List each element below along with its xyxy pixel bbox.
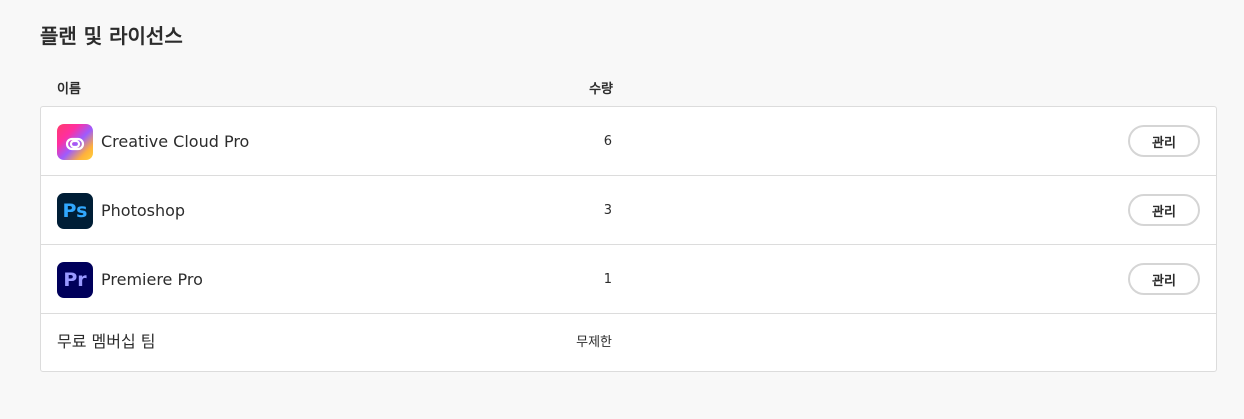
app-name: Photoshop [101, 201, 186, 220]
app-name: Premiere Pro [101, 270, 203, 289]
photoshop-icon: Ps [57, 193, 93, 229]
quantity-value: 6 [603, 134, 612, 149]
quantity-value: 무제한 [576, 335, 612, 350]
app-name: Creative Cloud Pro [101, 132, 250, 151]
table-row: 무료 멤버십 팀 무제한 [41, 314, 1216, 371]
manage-button[interactable]: 관리 [1128, 263, 1200, 295]
table-row: Ps Photoshop 3 관리 [41, 176, 1216, 245]
column-header-quantity: 수량 [589, 82, 613, 97]
plan-name: 무료 멤버십 팀 [57, 332, 156, 351]
creative-cloud-icon [57, 124, 93, 160]
column-header-name: 이름 [57, 82, 81, 97]
premiere-pro-icon: Pr [57, 262, 93, 298]
plans-table: Creative Cloud Pro 6 관리 Ps Photoshop 3 관… [40, 106, 1217, 372]
table-row: Creative Cloud Pro 6 관리 [41, 107, 1216, 176]
table-header: 이름 수량 [40, 78, 1217, 98]
manage-button[interactable]: 관리 [1128, 125, 1200, 157]
page-title: 플랜 및 라이선스 [40, 24, 183, 48]
quantity-value: 3 [603, 203, 612, 218]
table-row: Pr Premiere Pro 1 관리 [41, 245, 1216, 314]
manage-button[interactable]: 관리 [1128, 194, 1200, 226]
quantity-value: 1 [603, 272, 612, 287]
